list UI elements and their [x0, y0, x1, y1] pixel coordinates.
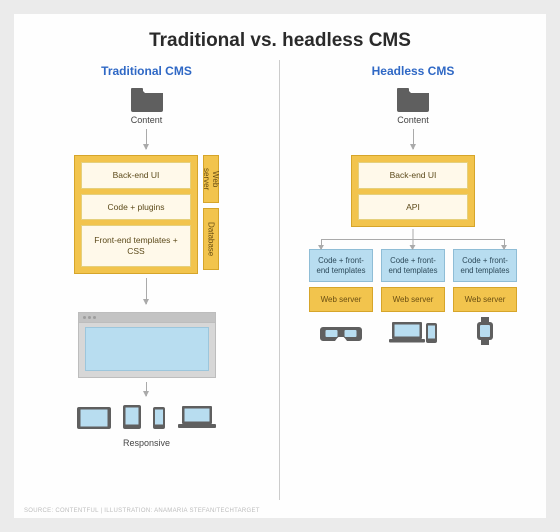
code-frontend-box: Code + front-end templates — [309, 249, 373, 282]
headless-column: Headless CMS Content Back-end UI API — [280, 60, 546, 500]
arrow-icon — [146, 129, 147, 149]
arrow-icon — [146, 382, 147, 396]
consumer-1: Code + front-end templates Web server — [309, 249, 373, 345]
code-frontend-box: Code + front-end templates — [381, 249, 445, 282]
columns: Traditional CMS Content Back-end UI Code… — [14, 60, 546, 500]
tablet-portrait-icon — [122, 404, 142, 435]
api-box: API — [358, 194, 468, 221]
arrow-icon — [146, 278, 147, 304]
traditional-stack-group: Back-end UI Code + plugins Front-end tem… — [74, 155, 219, 274]
branching-connector — [303, 229, 523, 249]
traditional-column: Traditional CMS Content Back-end UI Code… — [14, 60, 280, 500]
web-server-box: Web server — [453, 287, 517, 312]
laptop-phone-icon — [388, 317, 438, 345]
headless-heading: Headless CMS — [372, 64, 455, 78]
tablet-landscape-icon — [76, 406, 112, 435]
headless-consumers: Code + front-end templates Web server Co… — [309, 249, 517, 345]
database-box: Database — [203, 208, 219, 270]
frontend-templates-box: Front-end templates + CSS — [81, 225, 191, 266]
diagram-title: Traditional vs. headless CMS — [14, 14, 546, 52]
consumer-2: Code + front-end templates Web server — [381, 249, 445, 345]
arrow-icon — [413, 129, 414, 149]
laptop-icon — [176, 404, 218, 435]
responsive-devices — [76, 404, 218, 435]
diagram-canvas: Traditional vs. headless CMS Traditional… — [14, 14, 546, 518]
backend-ui-box: Back-end UI — [81, 162, 191, 189]
web-server-box: Web server — [381, 287, 445, 312]
content-label: Content — [131, 115, 163, 125]
code-frontend-box: Code + front-end templates — [453, 249, 517, 282]
web-server-box: Web server — [309, 287, 373, 312]
headless-stack: Back-end UI API — [351, 155, 475, 227]
content-label: Content — [397, 115, 429, 125]
code-plugins-box: Code + plugins — [81, 194, 191, 221]
traditional-stack: Back-end UI Code + plugins Front-end tem… — [74, 155, 198, 274]
traditional-sidebars: Web server Database — [203, 155, 219, 270]
responsive-label: Responsive — [123, 438, 170, 448]
phone-icon — [152, 406, 166, 435]
folder-icon — [129, 86, 165, 112]
consumer-3: Code + front-end templates Web server — [453, 249, 517, 345]
web-server-box: Web server — [203, 155, 219, 203]
smartwatch-icon — [474, 317, 496, 345]
backend-ui-box: Back-end UI — [358, 162, 468, 189]
traditional-heading: Traditional CMS — [101, 64, 192, 78]
folder-icon — [395, 86, 431, 112]
credit-line: SOURCE: CONTENTFUL | ILLUSTRATION: ANAMA… — [24, 508, 260, 514]
vr-headset-icon — [319, 317, 363, 345]
browser-window-icon — [78, 312, 216, 378]
